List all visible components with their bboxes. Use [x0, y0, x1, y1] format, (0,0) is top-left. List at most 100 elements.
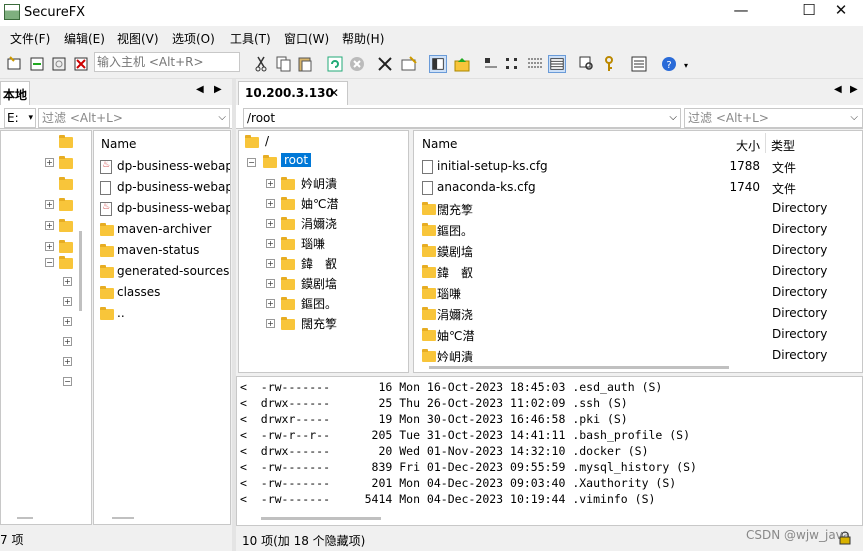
- tree-folder-label[interactable]: 妯℃澘: [301, 195, 338, 212]
- host-input[interactable]: 输入主机 <Alt+R>: [94, 52, 240, 72]
- expand-icon[interactable]: +: [266, 299, 275, 308]
- local-file-name[interactable]: maven-archiver: [117, 222, 211, 236]
- remote-file-name[interactable]: anaconda-ks.cfg: [437, 180, 536, 194]
- close-button[interactable]: ✕: [818, 0, 863, 22]
- tree-folder-label[interactable]: 妗岄潰: [301, 175, 337, 192]
- local-file-list[interactable]: Name dp-business-webap dp-business-webap d…: [93, 130, 231, 525]
- remote-hscrollbar[interactable]: [414, 363, 862, 372]
- up-folder-icon[interactable]: [453, 55, 471, 73]
- expand-icon[interactable]: +: [63, 317, 72, 326]
- tree-folder-label[interactable]: 鏂囨。: [301, 295, 337, 312]
- tree-folder-label[interactable]: 涓嬭浇: [301, 215, 337, 232]
- remote-filter-input[interactable]: 过滤 <Alt+L> ⌵: [684, 108, 863, 128]
- layout-split-icon[interactable]: [429, 55, 447, 73]
- reconnect-icon[interactable]: [50, 55, 68, 73]
- remote-file-name[interactable]: 鏂囨。: [437, 222, 473, 239]
- find-icon[interactable]: [578, 55, 596, 73]
- local-file-name[interactable]: ..: [117, 306, 125, 320]
- paste-icon[interactable]: [296, 55, 314, 73]
- local-filter-input[interactable]: 过滤 <Alt+L> ⌵: [38, 108, 230, 128]
- tab-close-icon[interactable]: ✕: [329, 86, 339, 100]
- tree-folder-label[interactable]: 鏌剧墖: [301, 275, 337, 292]
- tab-next-icon[interactable]: ▶: [850, 84, 858, 95]
- expand-icon[interactable]: +: [45, 221, 54, 230]
- large-icons-view-icon[interactable]: [482, 55, 500, 73]
- remote-col-name[interactable]: Name: [422, 137, 457, 151]
- local-tab[interactable]: 本地: [0, 81, 30, 105]
- collapse-icon[interactable]: −: [63, 377, 72, 386]
- remote-file-name[interactable]: 妯℃澘: [437, 327, 474, 344]
- expand-icon[interactable]: +: [266, 279, 275, 288]
- connect-icon[interactable]: [6, 55, 24, 73]
- collapse-icon[interactable]: −: [247, 158, 256, 167]
- remote-file-name[interactable]: 涓嬭浇: [437, 306, 473, 323]
- key-icon[interactable]: [600, 55, 618, 73]
- menu-help[interactable]: 帮助(H): [342, 30, 384, 47]
- stop-icon[interactable]: [348, 55, 366, 73]
- expand-icon[interactable]: +: [63, 277, 72, 286]
- remote-file-name[interactable]: 鏌剧墖: [437, 243, 473, 260]
- list-hscroll-thumb[interactable]: [112, 517, 134, 519]
- menu-file[interactable]: 文件(F): [10, 30, 50, 47]
- expand-icon[interactable]: +: [266, 179, 275, 188]
- local-file-name[interactable]: dp-business-webap: [117, 201, 230, 215]
- expand-icon[interactable]: +: [45, 242, 54, 251]
- list-view-icon[interactable]: [526, 55, 544, 73]
- toolbar-overflow-icon[interactable]: ▾: [684, 61, 688, 70]
- remote-col-size[interactable]: 大小: [736, 137, 760, 154]
- help-icon[interactable]: ?: [660, 55, 678, 73]
- tree-root-label[interactable]: /: [265, 134, 269, 148]
- menu-edit[interactable]: 编辑(E): [64, 30, 105, 47]
- delete-icon[interactable]: [376, 55, 394, 73]
- remote-file-list[interactable]: Name 大小 类型 initial-setup-ks.cfg 1788 文件 ana…: [413, 130, 863, 373]
- local-file-name[interactable]: dp-business-webap: [117, 159, 230, 173]
- remote-file-name[interactable]: 闊充箰: [437, 201, 473, 218]
- tree-scrollbar-thumb[interactable]: [79, 231, 82, 311]
- tree-folder-label[interactable]: 鍏 叡: [301, 255, 337, 272]
- expand-icon[interactable]: +: [266, 199, 275, 208]
- local-folder-tree[interactable]: + + + + − + + + + + −: [0, 130, 92, 525]
- disconnect-icon[interactable]: [72, 55, 90, 73]
- expand-icon[interactable]: +: [63, 297, 72, 306]
- local-file-name[interactable]: maven-status: [117, 243, 199, 257]
- tab-prev-icon[interactable]: ◀: [834, 84, 842, 95]
- menu-options[interactable]: 选项(O): [172, 30, 215, 47]
- tree-folder-label[interactable]: 瑙嗛: [301, 235, 325, 252]
- remote-file-name[interactable]: 鍏 叡: [437, 264, 473, 281]
- remote-file-name[interactable]: 瑙嗛: [437, 285, 461, 302]
- tree-hscroll-thumb[interactable]: [17, 517, 33, 519]
- expand-icon[interactable]: +: [266, 259, 275, 268]
- properties-icon[interactable]: [400, 55, 418, 73]
- expand-icon[interactable]: +: [45, 200, 54, 209]
- expand-icon[interactable]: +: [266, 319, 275, 328]
- tab-next-icon[interactable]: ▶: [214, 84, 222, 95]
- minimize-button[interactable]: —: [718, 0, 764, 22]
- quick-connect-icon[interactable]: [28, 55, 46, 73]
- log-hscroll-thumb[interactable]: [261, 517, 381, 520]
- expand-icon[interactable]: +: [45, 158, 54, 167]
- expand-icon[interactable]: +: [266, 239, 275, 248]
- local-col-name[interactable]: Name: [101, 137, 136, 151]
- session-tab[interactable]: 10.200.3.130 ✕: [238, 81, 348, 105]
- remote-hscroll-thumb[interactable]: [429, 366, 729, 369]
- cut-icon[interactable]: [252, 55, 270, 73]
- drive-select[interactable]: E: ▾: [4, 108, 36, 128]
- remote-col-type[interactable]: 类型: [771, 137, 795, 154]
- transfer-queue-icon[interactable]: [630, 55, 648, 73]
- menu-tools[interactable]: 工具(T): [230, 30, 271, 47]
- expand-icon[interactable]: +: [63, 357, 72, 366]
- collapse-icon[interactable]: −: [45, 258, 54, 267]
- tree-folder-label[interactable]: 闊充箰: [301, 315, 337, 332]
- menu-view[interactable]: 视图(V): [117, 30, 159, 47]
- remote-file-name[interactable]: initial-setup-ks.cfg: [437, 159, 548, 173]
- copy-icon[interactable]: [274, 55, 292, 73]
- expand-icon[interactable]: +: [63, 337, 72, 346]
- local-file-name[interactable]: generated-sources: [117, 264, 229, 278]
- remote-folder-tree[interactable]: / − root + 妗岄潰 + 妯℃澘 + 涓嬭浇 + 瑙嗛 + 鍏 叡 + 鏌剧墖 + 鏂囨。 + 闊充箰: [238, 130, 409, 373]
- refresh-icon[interactable]: [326, 55, 344, 73]
- tree-selected-root[interactable]: root: [281, 153, 312, 167]
- small-icons-view-icon[interactable]: [504, 55, 522, 73]
- col-divider[interactable]: [765, 133, 766, 153]
- menu-window[interactable]: 窗口(W): [284, 30, 329, 47]
- local-file-name[interactable]: classes: [117, 285, 160, 299]
